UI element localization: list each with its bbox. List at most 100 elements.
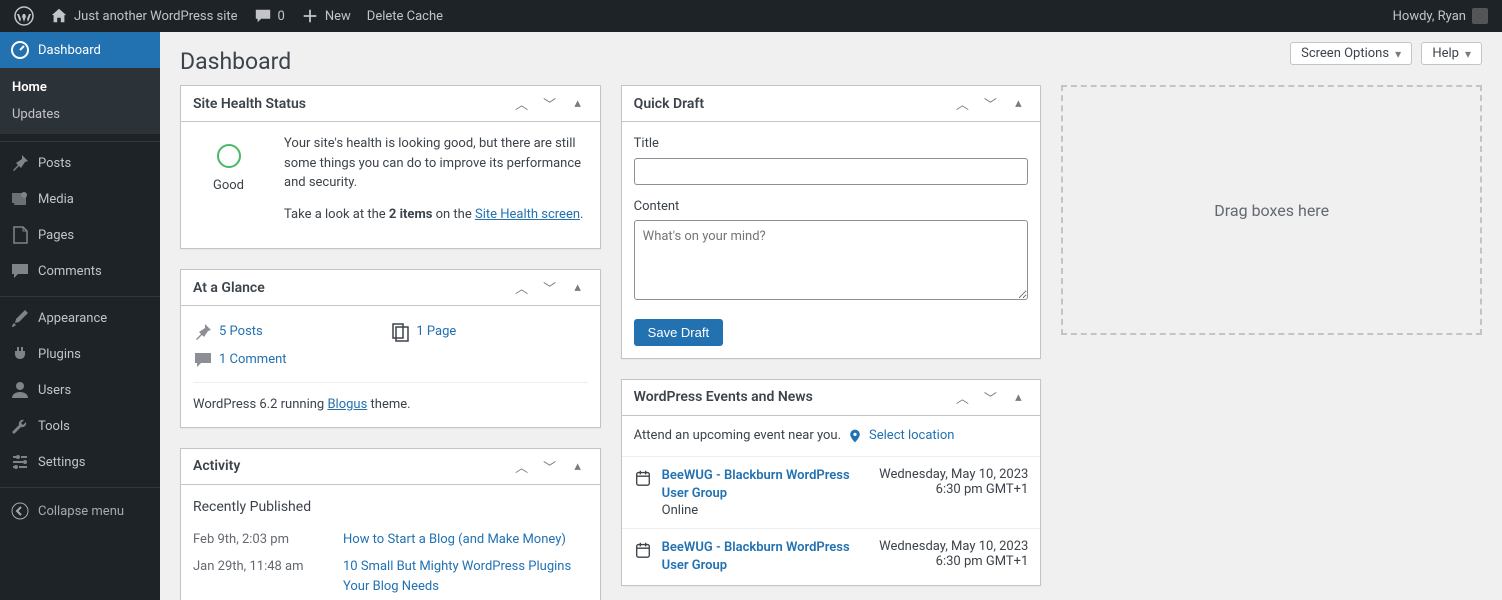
pin-icon (193, 322, 213, 342)
health-description: Your site's health is looking good, but … (284, 134, 588, 193)
health-hint: Take a look at the 2 items on the Site H… (284, 205, 588, 225)
greeting: Howdy, Ryan (1393, 9, 1466, 24)
events-title: WordPress Events and News (634, 389, 953, 405)
calendar-icon (634, 541, 652, 559)
draft-content-label: Content (634, 197, 1029, 217)
glance-posts[interactable]: 5 Posts (193, 318, 390, 346)
activity-link[interactable]: How to Start a Blog (and Make Money) (343, 530, 588, 550)
move-down-icon[interactable]: ﹀ (980, 387, 1000, 407)
home-icon (50, 7, 68, 25)
toggle-icon[interactable]: ▴ (1008, 387, 1028, 407)
help-button[interactable]: Help (1421, 42, 1482, 65)
event-title[interactable]: BeeWUG - Blackburn WordPress User Group (662, 467, 869, 503)
move-up-icon[interactable]: ︿ (512, 94, 532, 114)
location-icon (847, 428, 863, 444)
media-icon (10, 189, 30, 209)
user-icon (10, 380, 30, 400)
activity-item: Feb 9th, 2:03 pmHow to Start a Blog (and… (193, 526, 588, 554)
select-location-link[interactable]: Select location (869, 428, 954, 443)
plug-icon (10, 344, 30, 364)
pages-icon (10, 225, 30, 245)
event-title[interactable]: BeeWUG - Blackburn WordPress User Group (662, 539, 869, 575)
comment-icon (193, 350, 213, 370)
quick-draft-title: Quick Draft (634, 96, 953, 112)
at-a-glance-box: At a Glance ︿ ﹀ ▴ 5 Posts 1 Page 1 Comme… (180, 269, 601, 428)
move-up-icon[interactable]: ︿ (512, 278, 532, 298)
move-up-icon[interactable]: ︿ (512, 456, 532, 476)
screen-options-button[interactable]: Screen Options (1290, 42, 1412, 65)
menu-dashboard[interactable]: Dashboard (0, 32, 160, 68)
move-down-icon[interactable]: ﹀ (540, 94, 560, 114)
toggle-icon[interactable]: ▴ (568, 456, 588, 476)
calendar-icon (634, 469, 652, 487)
draft-content-textarea[interactable] (634, 220, 1029, 300)
menu-appearance[interactable]: Appearance (0, 300, 160, 336)
health-status: Good (213, 176, 244, 196)
brush-icon (10, 308, 30, 328)
event-item: BeeWUG - Blackburn WordPress User Group W… (622, 528, 1041, 585)
site-health-link[interactable]: Site Health screen (475, 207, 580, 222)
draft-title-label: Title (634, 134, 1029, 154)
comments-icon (10, 261, 30, 281)
dashboard-icon (10, 40, 30, 60)
comments-link[interactable]: 0 (246, 0, 293, 32)
toggle-icon[interactable]: ▴ (568, 94, 588, 114)
move-up-icon[interactable]: ︿ (952, 387, 972, 407)
submenu-home[interactable]: Home (0, 74, 160, 101)
activity-box: Activity ︿ ﹀ ▴ Recently Published Feb 9t… (180, 448, 601, 600)
move-up-icon[interactable]: ︿ (952, 94, 972, 114)
recently-published: Recently Published (193, 497, 588, 526)
toggle-icon[interactable]: ▴ (568, 278, 588, 298)
new-link[interactable]: New (293, 0, 359, 32)
my-account[interactable]: Howdy, Ryan (1385, 0, 1496, 32)
menu-settings[interactable]: Settings (0, 444, 160, 480)
collapse-icon (10, 501, 30, 521)
pin-icon (10, 153, 30, 173)
delete-cache[interactable]: Delete Cache (359, 0, 451, 32)
plus-icon (301, 7, 319, 25)
event-datetime: Wednesday, May 10, 20236:30 pm GMT+1 (879, 467, 1028, 518)
comments-count: 0 (278, 9, 285, 24)
glance-comments[interactable]: 1 Comment (193, 346, 588, 374)
collapse-menu[interactable]: Collapse menu (0, 491, 160, 531)
save-draft-button[interactable]: Save Draft (634, 319, 723, 346)
wp-logo[interactable] (6, 0, 42, 32)
menu-tools[interactable]: Tools (0, 408, 160, 444)
activity-date: Feb 9th, 2:03 pm (193, 530, 343, 550)
dashboard-submenu: Home Updates (0, 68, 160, 134)
site-health-title: Site Health Status (193, 96, 512, 112)
menu-comments[interactable]: Comments (0, 253, 160, 289)
new-label: New (325, 9, 351, 24)
move-down-icon[interactable]: ﹀ (540, 278, 560, 298)
draft-title-input[interactable] (634, 158, 1029, 185)
menu-posts[interactable]: Posts (0, 145, 160, 181)
move-down-icon[interactable]: ﹀ (980, 94, 1000, 114)
site-name: Just another WordPress site (74, 9, 238, 24)
toggle-icon[interactable]: ▴ (1008, 94, 1028, 114)
health-indicator: Good (193, 134, 264, 206)
glance-footer: WordPress 6.2 running Blogus theme. (193, 382, 588, 415)
submenu-updates[interactable]: Updates (0, 101, 160, 128)
activity-item: Jan 29th, 11:48 am10 Small But Mighty Wo… (193, 553, 588, 600)
menu-plugins[interactable]: Plugins (0, 336, 160, 372)
activity-title: Activity (193, 458, 512, 474)
event-item: BeeWUG - Blackburn WordPress User GroupO… (622, 456, 1041, 528)
avatar (1472, 8, 1488, 24)
theme-link[interactable]: Blogus (327, 397, 367, 412)
dropzone[interactable]: Drag boxes here (1061, 85, 1482, 335)
sliders-icon (10, 452, 30, 472)
menu-media[interactable]: Media (0, 181, 160, 217)
admin-menu: Dashboard Home Updates Posts Media Pages… (0, 32, 160, 600)
comment-icon (254, 7, 272, 25)
activity-link[interactable]: 10 Small But Mighty WordPress Plugins Yo… (343, 557, 588, 596)
quick-draft-box: Quick Draft ︿ ﹀ ▴ Title Content Save Dra… (621, 85, 1042, 359)
activity-date: Jan 29th, 11:48 am (193, 557, 343, 596)
menu-users[interactable]: Users (0, 372, 160, 408)
event-datetime: Wednesday, May 10, 20236:30 pm GMT+1 (879, 539, 1028, 575)
content-area: Screen Options Help Dashboard Site Healt… (160, 32, 1502, 600)
glance-title: At a Glance (193, 280, 512, 296)
glance-pages[interactable]: 1 Page (390, 318, 587, 346)
menu-pages[interactable]: Pages (0, 217, 160, 253)
site-link[interactable]: Just another WordPress site (42, 0, 246, 32)
move-down-icon[interactable]: ﹀ (540, 456, 560, 476)
